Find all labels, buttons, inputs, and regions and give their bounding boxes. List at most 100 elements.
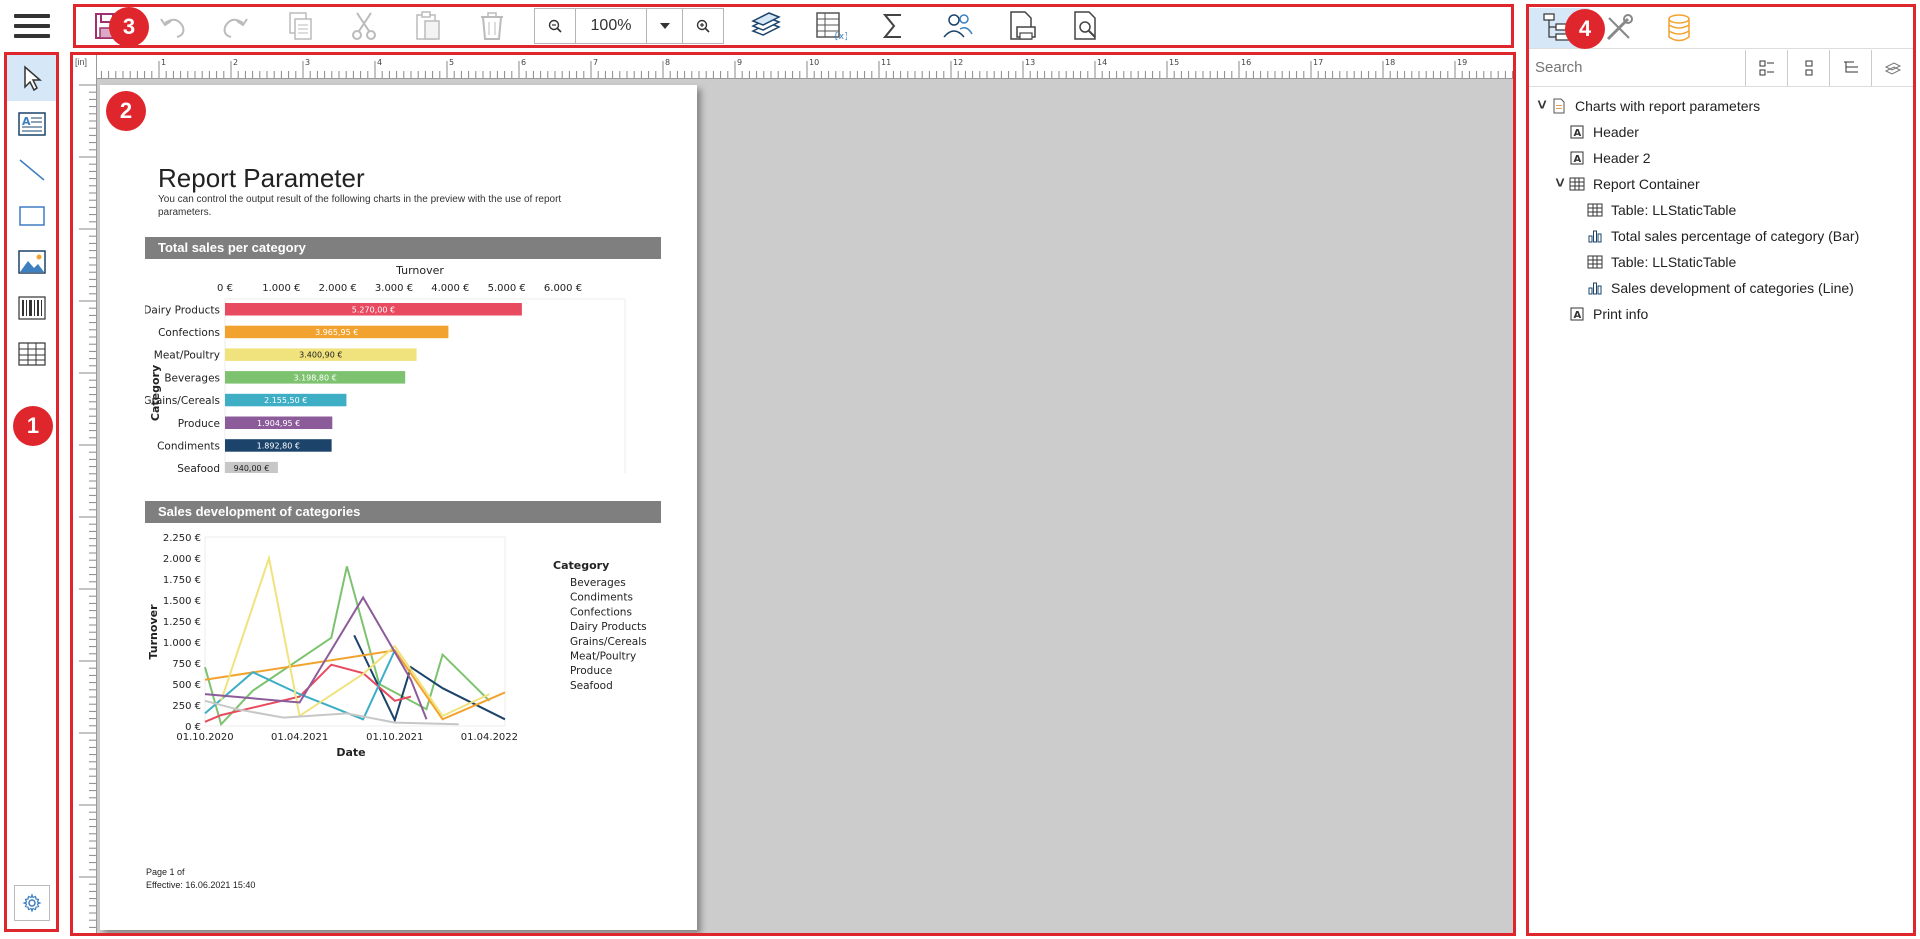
ruler-label: 8 <box>665 58 670 67</box>
main-toolbar: 100% {x} <box>73 4 1514 48</box>
cut-button[interactable] <box>332 7 396 45</box>
paste-icon <box>416 11 440 40</box>
document-icon <box>1549 98 1569 114</box>
tree-item[interactable]: A Header 2 <box>1529 145 1913 171</box>
tree-item-label: Charts with report parameters <box>1575 98 1761 114</box>
legend-entry: Dairy Products <box>570 621 647 633</box>
rectangle-icon <box>18 206 45 226</box>
object-tools-panel: A <box>4 52 59 932</box>
settings-button[interactable] <box>14 885 50 921</box>
compact-view-icon <box>1805 60 1812 75</box>
report-description[interactable]: You can control the output result of the… <box>158 193 588 219</box>
tools-icon <box>1606 13 1633 40</box>
tree-item[interactable]: A Print info <box>1529 301 1913 327</box>
barcode-tool[interactable] <box>7 285 56 331</box>
zoom-dropdown-button[interactable] <box>647 9 683 43</box>
x-tick-label: 01.10.2020 <box>176 732 233 743</box>
tree-item-label: Table: LLStaticTable <box>1611 254 1737 270</box>
report-title[interactable]: Report Parameter <box>158 163 365 194</box>
select-tool[interactable] <box>7 55 56 101</box>
delete-button[interactable] <box>460 7 524 45</box>
tab-variables[interactable] <box>1649 8 1709 48</box>
tree-item[interactable]: Table: LLStaticTable <box>1529 249 1913 275</box>
print-page-icon <box>1010 11 1036 40</box>
copy-button[interactable] <box>268 7 332 45</box>
menu-icon[interactable] <box>14 10 50 40</box>
table-icon <box>1585 254 1605 270</box>
text-icon: A <box>17 112 46 136</box>
legend-entry: Seafood <box>570 680 613 692</box>
trash-icon <box>481 12 503 40</box>
line-tool[interactable] <box>7 147 56 193</box>
view-layer-button[interactable] <box>1871 49 1913 86</box>
table-icon <box>1585 202 1605 218</box>
footer-effective-date[interactable]: Effective: 16.06.2021 15:40 <box>146 880 255 890</box>
line-chart[interactable]: 0 €250 €500 €750 €1.000 €1.250 €1.500 €1… <box>145 525 665 765</box>
chevron-down-icon[interactable]: ˅ <box>1553 175 1567 193</box>
y-tick-label: 1.250 € <box>163 617 201 628</box>
zoom-out-button[interactable] <box>535 9 575 43</box>
redo-button[interactable] <box>204 7 268 45</box>
design-area[interactable]: 0 1 2 3 4 5 6 7 8 9 10 11 12 13 14 15 16 17 18 19 [in] Repo… <box>70 52 1516 936</box>
section-header-sales-development[interactable]: Sales development of categories <box>145 501 661 523</box>
tree-item[interactable]: Table: LLStaticTable <box>1529 197 1913 223</box>
layers-button[interactable] <box>734 7 798 45</box>
bar-chart-icon <box>1585 280 1605 296</box>
print-layout-button[interactable] <box>990 7 1054 45</box>
table-variables-icon: {x} <box>816 12 847 42</box>
object-tree: ˅ Charts with report parameters A Header A He… <box>1529 87 1913 327</box>
footer-page-number[interactable]: Page 1 of <box>146 867 185 877</box>
legend-entry: Condiments <box>570 592 633 604</box>
formula-button[interactable] <box>862 7 926 45</box>
text-tool[interactable]: A <box>7 101 56 147</box>
object-search-row <box>1529 49 1913 87</box>
gear-icon <box>22 893 42 913</box>
report-page[interactable]: Report Parameter You can control the out… <box>100 85 697 930</box>
tree-item[interactable]: ˅ Report Container <box>1529 171 1913 197</box>
zoom-control: 100% <box>534 8 724 44</box>
rectangle-tool[interactable] <box>7 193 56 239</box>
undo-button[interactable] <box>140 7 204 45</box>
category-label: Meat/Poultry <box>154 350 220 362</box>
tree-view-icon <box>1843 61 1858 72</box>
zoom-value[interactable]: 100% <box>575 9 647 43</box>
legend-entry: Beverages <box>570 577 626 589</box>
view-list-button[interactable] <box>1745 49 1787 86</box>
user-variables-button[interactable] <box>926 7 990 45</box>
paste-button[interactable] <box>396 7 460 45</box>
tree-item-label: Table: LLStaticTable <box>1611 202 1737 218</box>
legend-entry: Confections <box>570 606 632 618</box>
ruler-label: 12 <box>953 58 963 67</box>
ruler-label: 15 <box>1169 58 1179 67</box>
tree-item-label: Total sales percentage of category (Bar) <box>1611 228 1860 244</box>
table-icon <box>17 342 46 366</box>
tree-item[interactable]: Total sales percentage of category (Bar) <box>1529 223 1913 249</box>
view-compact-button[interactable] <box>1787 49 1829 86</box>
x-tick-label: 4.000 € <box>431 283 469 294</box>
view-tree-button[interactable] <box>1829 49 1871 86</box>
tree-item[interactable]: ˅ Charts with report parameters <box>1529 93 1913 119</box>
picture-tool[interactable] <box>7 239 56 285</box>
section-header-total-sales[interactable]: Total sales per category <box>145 237 661 259</box>
category-label: Grains/Cereals <box>145 395 220 407</box>
horizontal-ruler: 0 1 2 3 4 5 6 7 8 9 10 11 12 13 14 15 16 17 18 19 <box>73 55 1513 79</box>
ruler-label: 2 <box>233 58 238 67</box>
ruler-label: 1 <box>161 58 166 67</box>
redo-icon <box>223 18 248 38</box>
bar-chart[interactable]: Turnover 0 € 1.000 € 2.000 € 3.000 € 4.000 € 5… <box>145 263 665 473</box>
zoom-in-button[interactable] <box>683 9 723 43</box>
chevron-down-icon[interactable]: ˅ <box>1535 97 1549 115</box>
preview-button[interactable] <box>1054 7 1118 45</box>
y-tick-label: 2.250 € <box>163 533 201 544</box>
object-search-input[interactable] <box>1529 50 1745 85</box>
object-explorer-panel: ˅ Charts with report parameters A Header A He… <box>1526 4 1916 936</box>
tree-item[interactable]: A Header <box>1529 119 1913 145</box>
table-tool[interactable] <box>7 331 56 377</box>
ruler-label: 6 <box>521 58 526 67</box>
series-line <box>204 663 412 723</box>
table-variables-button[interactable]: {x} <box>798 7 862 45</box>
tree-item-label: Print info <box>1593 306 1649 322</box>
tree-item[interactable]: Sales development of categories (Line) <box>1529 275 1913 301</box>
text-object-icon: A <box>1567 124 1587 140</box>
ruler-label: 19 <box>1457 58 1467 67</box>
